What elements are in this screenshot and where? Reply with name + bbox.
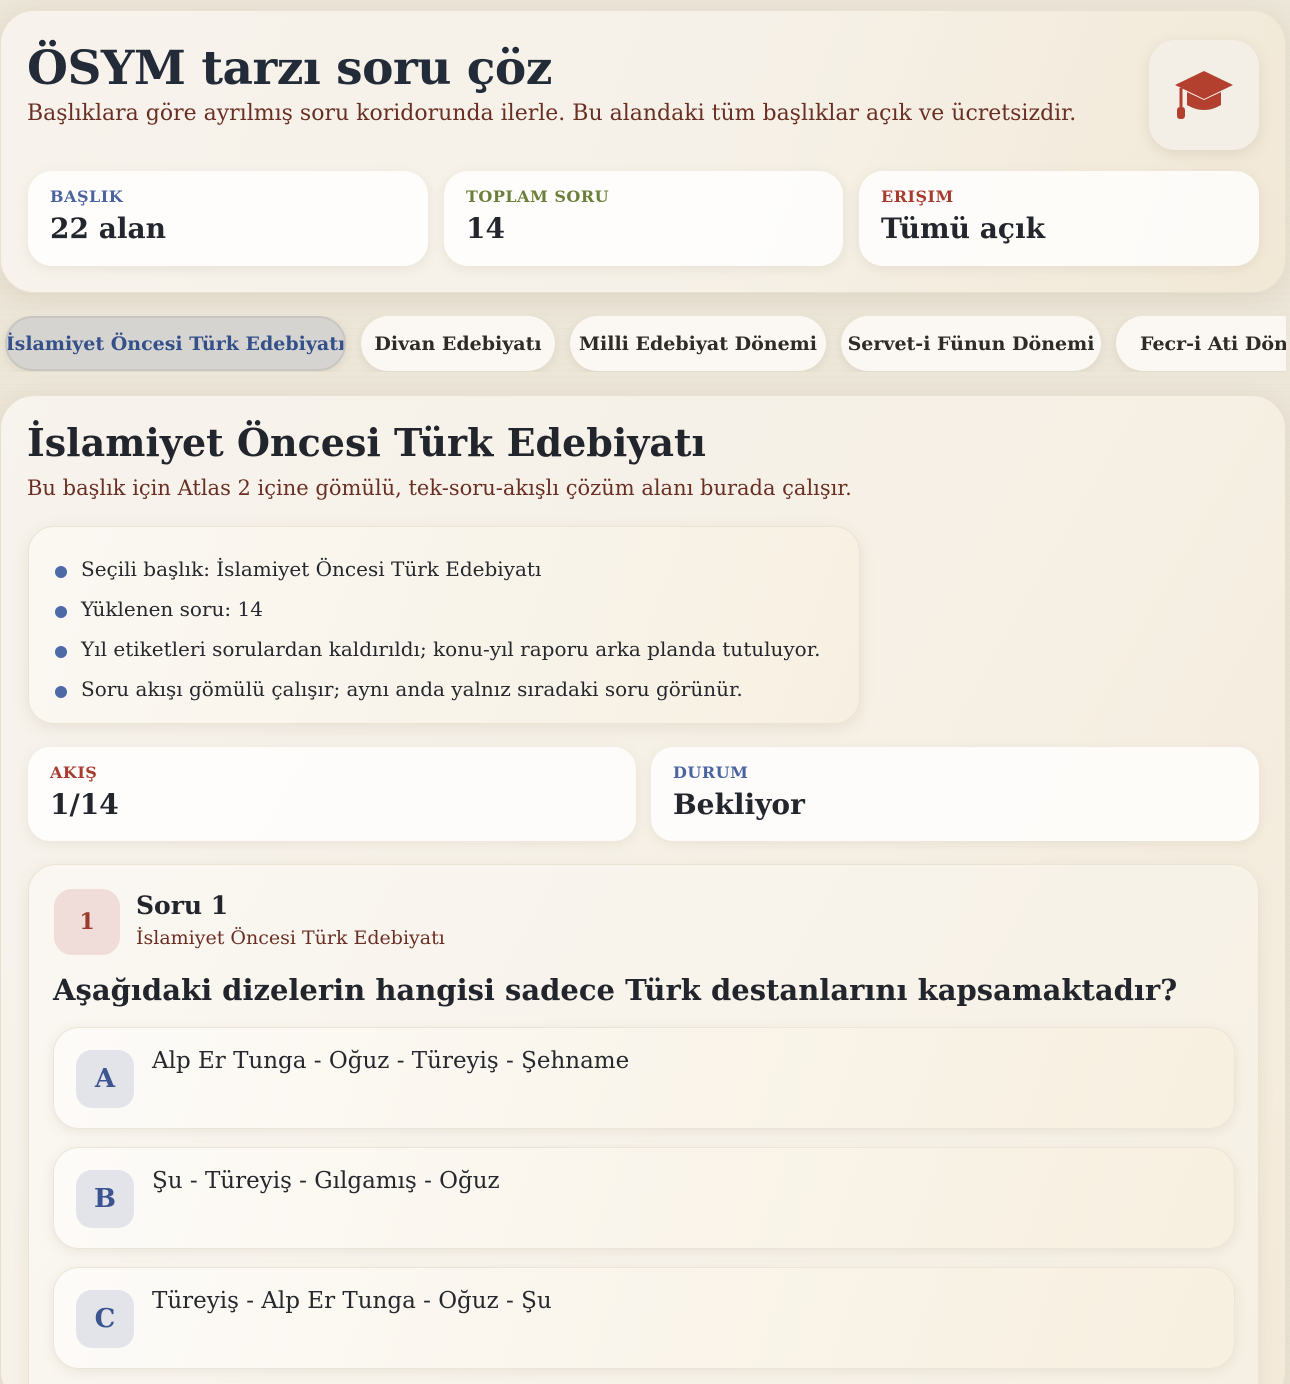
option-c[interactable]: C Türeyiş - Alp Er Tunga - Oğuz - Şu (53, 1267, 1235, 1369)
tab-fecr-i-ati[interactable]: Fecr-i Ati Dönemi (1116, 316, 1286, 371)
page-title: ÖSYM tarzı soru çöz (27, 41, 552, 96)
flow-label: AKIŞ (50, 763, 98, 782)
info-item: Seçili başlık: İslamiyet Öncesi Türk Ede… (55, 549, 833, 589)
tab-servet-i-funun[interactable]: Servet-i Fünun Dönemi (841, 316, 1101, 371)
option-b[interactable]: B Şu - Türeyiş - Gılgamış - Oğuz (53, 1147, 1235, 1249)
option-text: Alp Er Tunga - Oğuz - Türeyiş - Şehname (152, 1048, 630, 1074)
stat-label: TOPLAM SORU (466, 187, 610, 206)
tab-milli-edebiyat[interactable]: Milli Edebiyat Dönemi (570, 316, 826, 371)
question-text: Aşağıdaki dizelerin hangisi sadece Türk … (53, 973, 1178, 1007)
stat-value: 22 alan (50, 212, 166, 245)
info-item: Yıl etiketleri sorulardan kaldırıldı; ko… (55, 629, 833, 669)
topic-panel: İslamiyet Öncesi Türk Edebiyatı Bu başlı… (0, 395, 1286, 1384)
option-letter: B (76, 1170, 134, 1228)
graduation-cap-icon (1149, 40, 1259, 150)
status-value: Bekliyor (673, 788, 805, 821)
bullet-icon (55, 606, 67, 618)
status-label: DURUM (673, 763, 749, 782)
page-subtitle: Başlıklara göre ayrılmış soru koridorund… (27, 101, 1077, 126)
flow-card: AKIŞ 1/14 (28, 747, 636, 841)
info-list: Seçili başlık: İslamiyet Öncesi Türk Ede… (55, 549, 833, 709)
stat-card-baslik: BAŞLIK 22 alan (28, 171, 428, 266)
stat-card-erisim: ERIŞIM Tümü açık (859, 171, 1259, 266)
question-topic: İslamiyet Öncesi Türk Edebiyatı (136, 927, 445, 949)
option-letter: C (76, 1290, 134, 1348)
bullet-icon (55, 566, 67, 578)
question-number-badge: 1 (54, 889, 120, 955)
bullet-icon (55, 646, 67, 658)
hero-panel: ÖSYM tarzı soru çöz Başlıklara göre ayrı… (0, 10, 1286, 293)
stat-value: Tümü açık (881, 212, 1045, 245)
question-title: Soru 1 (136, 891, 229, 920)
flow-value: 1/14 (50, 788, 119, 821)
status-card: DURUM Bekliyor (651, 747, 1259, 841)
section-description: Bu başlık için Atlas 2 içine gömülü, tek… (27, 476, 852, 500)
question-card: 1 Soru 1 İslamiyet Öncesi Türk Edebiyatı… (28, 864, 1259, 1384)
topic-tabs: İslamiyet Öncesi Türk Edebiyatı Divan Ed… (0, 316, 1286, 372)
info-item: Soru akışı gömülü çalışır; aynı anda yal… (55, 669, 833, 709)
stat-label: BAŞLIK (50, 187, 124, 206)
info-box: Seçili başlık: İslamiyet Öncesi Türk Ede… (28, 526, 860, 724)
info-item: Yüklenen soru: 14 (55, 589, 833, 629)
option-letter: A (76, 1050, 134, 1108)
option-text: Türeyiş - Alp Er Tunga - Oğuz - Şu (152, 1288, 552, 1314)
option-a[interactable]: A Alp Er Tunga - Oğuz - Türeyiş - Şehnam… (53, 1027, 1235, 1129)
section-title: İslamiyet Öncesi Türk Edebiyatı (27, 420, 706, 465)
bullet-icon (55, 686, 67, 698)
stat-card-toplam-soru: TOPLAM SORU 14 (444, 171, 843, 266)
option-text: Şu - Türeyiş - Gılgamış - Oğuz (152, 1168, 500, 1194)
tab-islamiyet-oncesi[interactable]: İslamiyet Öncesi Türk Edebiyatı (5, 316, 346, 371)
stat-label: ERIŞIM (881, 187, 954, 206)
tab-divan-edebiyati[interactable]: Divan Edebiyatı (361, 316, 555, 371)
stat-value: 14 (466, 212, 505, 245)
